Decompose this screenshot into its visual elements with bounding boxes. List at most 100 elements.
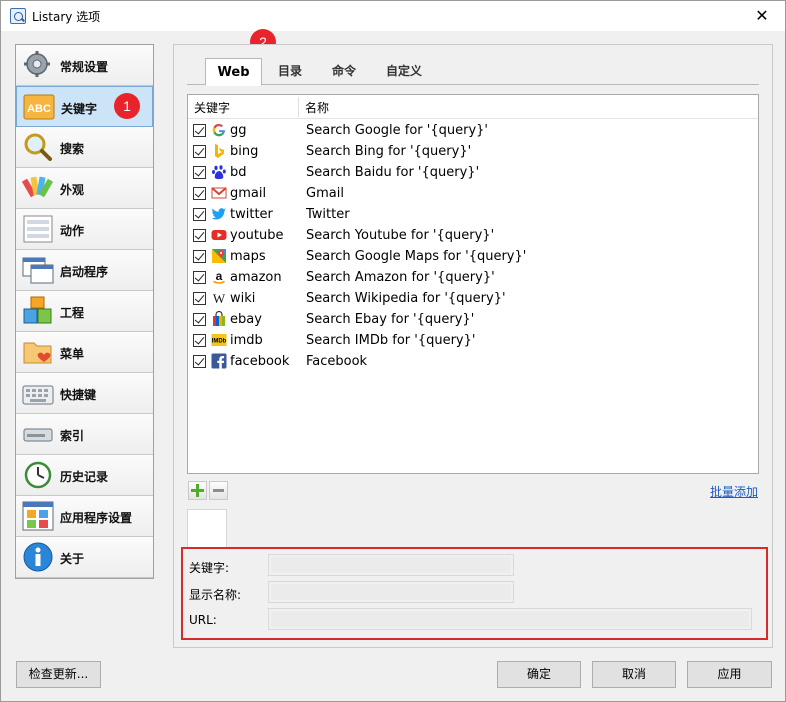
table-row[interactable]: maps Search Google Maps for '{query}' bbox=[188, 246, 758, 267]
sidebar-item-app-settings[interactable]: 应用程序设置 bbox=[16, 496, 153, 537]
svg-text:W: W bbox=[213, 291, 226, 306]
row-name: Gmail bbox=[306, 186, 344, 201]
row-checkbox[interactable] bbox=[193, 229, 206, 242]
wikipedia-icon: W bbox=[213, 291, 226, 306]
sidebar-item-label: 快捷键 bbox=[60, 388, 97, 402]
sidebar-item-label: 历史记录 bbox=[60, 470, 109, 484]
table-row[interactable]: bd Search Baidu for '{query}' bbox=[188, 162, 758, 183]
sidebar-item-label: 常规设置 bbox=[60, 60, 109, 74]
apply-button[interactable]: 应用 bbox=[687, 661, 772, 688]
magnifier-icon bbox=[24, 133, 52, 161]
launcher-windows-icon bbox=[22, 257, 54, 284]
row-name: Search Baidu for '{query}' bbox=[306, 165, 480, 180]
display-name-field-label: 显示名称: bbox=[189, 588, 242, 602]
sidebar-item-appearance[interactable]: 外观 bbox=[16, 168, 153, 209]
keyword-icon-preview[interactable] bbox=[187, 509, 227, 549]
row-checkbox[interactable] bbox=[193, 313, 206, 326]
ok-button[interactable]: 确定 bbox=[497, 661, 581, 688]
row-keyword: bing bbox=[230, 144, 259, 159]
row-checkbox[interactable] bbox=[193, 145, 206, 158]
column-header-name[interactable]: 名称 bbox=[305, 99, 329, 116]
index-drive-icon bbox=[23, 428, 53, 442]
bing-icon bbox=[215, 144, 224, 158]
close-button[interactable]: ✕ bbox=[739, 1, 785, 31]
plus-icon bbox=[191, 484, 204, 497]
folder-heart-icon bbox=[23, 342, 52, 364]
tab-custom[interactable]: 自定义 bbox=[375, 58, 433, 85]
row-checkbox[interactable] bbox=[193, 250, 206, 263]
batch-add-link[interactable]: 批量添加 bbox=[710, 483, 758, 500]
table-row[interactable]: bing Search Bing for '{query}' bbox=[188, 141, 758, 162]
sidebar-item-project[interactable]: 工程 bbox=[16, 291, 153, 332]
tab-bar: Web 目录 命令 自定义 bbox=[187, 58, 759, 86]
sidebar-item-label: 菜单 bbox=[60, 347, 85, 361]
row-checkbox[interactable] bbox=[193, 166, 206, 179]
row-checkbox[interactable] bbox=[193, 187, 206, 200]
youtube-play-icon bbox=[211, 230, 227, 240]
url-field[interactable] bbox=[268, 608, 752, 630]
row-keyword: imdb bbox=[230, 333, 263, 348]
clock-history-icon bbox=[24, 461, 52, 489]
display-name-field[interactable] bbox=[268, 581, 514, 603]
add-keyword-button[interactable] bbox=[188, 481, 207, 500]
table-row[interactable]: facebook Facebook bbox=[188, 351, 758, 372]
row-checkbox[interactable] bbox=[193, 292, 206, 305]
table-row[interactable]: gg Search Google for '{query}' bbox=[188, 120, 758, 141]
sidebar-item-history[interactable]: 历史记录 bbox=[16, 455, 153, 496]
row-checkbox[interactable] bbox=[193, 355, 206, 368]
table-row[interactable]: youtube Search Youtube for '{query}' bbox=[188, 225, 758, 246]
row-name: Search Wikipedia for '{query}' bbox=[306, 291, 506, 306]
keyword-list[interactable]: 关键字 名称 gg Search Google for '{query}' bi… bbox=[187, 94, 759, 474]
project-cubes-icon bbox=[23, 296, 52, 324]
sidebar-item-label: 关于 bbox=[60, 552, 85, 566]
keyword-field-label: 关键字: bbox=[189, 561, 230, 575]
row-checkbox[interactable] bbox=[193, 334, 206, 347]
google-icon bbox=[212, 123, 226, 137]
sidebar-item-general[interactable]: 常规设置 bbox=[16, 45, 153, 86]
sidebar-item-menu[interactable]: 菜单 bbox=[16, 332, 153, 373]
table-row[interactable]: IMDb imdb Search IMDb for '{query}' bbox=[188, 330, 758, 351]
remove-keyword-button[interactable] bbox=[209, 481, 228, 500]
tab-command[interactable]: 命令 bbox=[320, 58, 368, 85]
sidebar-item-search[interactable]: 搜索 bbox=[16, 127, 153, 168]
list-header: 关键字 名称 bbox=[188, 95, 758, 119]
svg-text:a: a bbox=[216, 269, 223, 283]
table-row[interactable]: gmail Gmail bbox=[188, 183, 758, 204]
keyword-field[interactable] bbox=[268, 554, 514, 576]
sidebar-item-hotkeys[interactable]: 快捷键 bbox=[16, 373, 153, 414]
column-separator[interactable] bbox=[298, 97, 299, 117]
table-row[interactable]: a amazon Search Amazon for '{query}' bbox=[188, 267, 758, 288]
svg-text:IMDb: IMDb bbox=[212, 339, 227, 345]
tab-web[interactable]: Web bbox=[205, 58, 262, 86]
app-settings-icon bbox=[22, 501, 54, 531]
sidebar-item-about[interactable]: 关于 bbox=[16, 537, 153, 578]
action-menu-icon bbox=[23, 215, 53, 243]
table-row[interactable]: W wiki Search Wikipedia for '{query}' bbox=[188, 288, 758, 309]
sidebar-item-index[interactable]: 索引 bbox=[16, 414, 153, 455]
keyword-edit-form: 关键字: 显示名称: URL: bbox=[181, 547, 768, 640]
check-updates-button[interactable]: 检查更新... bbox=[16, 661, 101, 688]
sidebar-item-actions[interactable]: 动作 bbox=[16, 209, 153, 250]
row-keyword: bd bbox=[230, 165, 247, 180]
annotation-badge-1: 1 bbox=[114, 93, 140, 119]
row-keyword: ebay bbox=[230, 312, 262, 327]
cancel-button[interactable]: 取消 bbox=[592, 661, 676, 688]
column-header-keyword[interactable]: 关键字 bbox=[194, 99, 230, 116]
row-checkbox[interactable] bbox=[193, 208, 206, 221]
row-checkbox[interactable] bbox=[193, 124, 206, 137]
row-name: Twitter bbox=[306, 207, 350, 222]
row-checkbox[interactable] bbox=[193, 271, 206, 284]
table-row[interactable]: twitter Twitter bbox=[188, 204, 758, 225]
window-title: Listary 选项 bbox=[32, 10, 101, 24]
row-keyword: youtube bbox=[230, 228, 284, 243]
tab-directory[interactable]: 目录 bbox=[267, 58, 313, 85]
sidebar-item-launcher[interactable]: 启动程序 bbox=[16, 250, 153, 291]
row-name: Search Google for '{query}' bbox=[306, 123, 488, 138]
info-icon bbox=[23, 542, 53, 572]
sidebar-item-label: 启动程序 bbox=[60, 265, 109, 279]
row-keyword: wiki bbox=[230, 291, 256, 306]
color-palette-icon bbox=[22, 176, 54, 198]
row-name: Search Google Maps for '{query}' bbox=[306, 249, 527, 264]
gears-icon bbox=[24, 51, 50, 77]
table-row[interactable]: ebay Search Ebay for '{query}' bbox=[188, 309, 758, 330]
